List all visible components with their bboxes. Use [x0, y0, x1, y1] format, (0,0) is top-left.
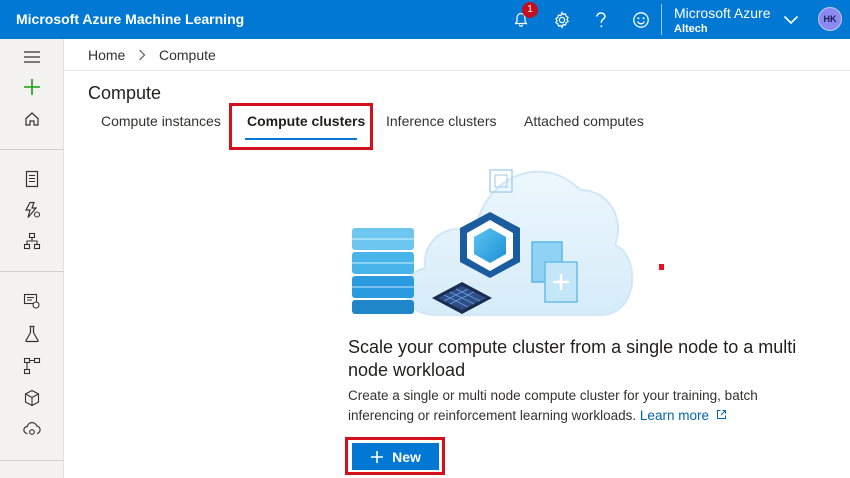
plus-icon[interactable] [20, 75, 44, 99]
chevron-down-icon[interactable] [778, 7, 804, 33]
help-icon[interactable] [588, 7, 614, 33]
compute-cluster-illustration [352, 169, 634, 316]
hamburger-icon[interactable] [20, 45, 44, 69]
left-nav-rail [0, 39, 64, 478]
notebook-icon[interactable] [20, 167, 44, 191]
smiley-icon[interactable] [628, 7, 654, 33]
account-org[interactable]: Altech [674, 23, 708, 35]
designer-icon[interactable] [20, 229, 44, 253]
models-icon[interactable] [20, 386, 44, 410]
app-title[interactable]: Microsoft Azure Machine Learning [16, 11, 244, 27]
top-bar: Microsoft Azure Machine Learning 1 Micro… [0, 0, 850, 39]
rail-separator [0, 460, 63, 461]
home-icon[interactable] [20, 107, 44, 131]
gear-icon[interactable] [549, 7, 575, 33]
learn-more-link[interactable]: Learn more [640, 408, 727, 423]
account-divider [661, 4, 662, 35]
breadcrumb-current: Compute [159, 47, 216, 63]
learn-more-label: Learn more [639, 408, 709, 423]
rail-separator [0, 271, 63, 272]
external-link-icon [716, 410, 726, 419]
automl-icon[interactable] [20, 198, 44, 222]
experiments-icon[interactable] [20, 322, 44, 346]
pipelines-icon[interactable] [20, 354, 44, 378]
rail-separator [0, 149, 63, 150]
tab-attached-computes[interactable]: Attached computes [524, 113, 644, 129]
avatar[interactable]: HK [818, 7, 842, 31]
chevron-right-icon [138, 48, 146, 66]
notification-badge: 1 [522, 2, 538, 18]
datasets-icon[interactable] [20, 289, 44, 313]
breadcrumb-home[interactable]: Home [88, 47, 125, 63]
highlight-box-tab [229, 103, 373, 150]
empty-state-description: Create a single or multi node compute cl… [348, 386, 788, 426]
endpoints-icon[interactable] [20, 417, 44, 441]
new-button-label: New [392, 448, 421, 465]
tab-compute-instances[interactable]: Compute instances [101, 113, 221, 129]
empty-state-title: Scale your compute cluster from a single… [348, 337, 797, 380]
new-cluster-button[interactable]: New [352, 443, 439, 470]
account-name[interactable]: Microsoft Azure [674, 5, 770, 21]
page-title: Compute [88, 83, 162, 103]
plus-icon [371, 450, 384, 463]
breadcrumb: Home Compute [64, 39, 850, 71]
red-marker [659, 264, 664, 270]
tab-inference-clusters[interactable]: Inference clusters [386, 113, 497, 129]
